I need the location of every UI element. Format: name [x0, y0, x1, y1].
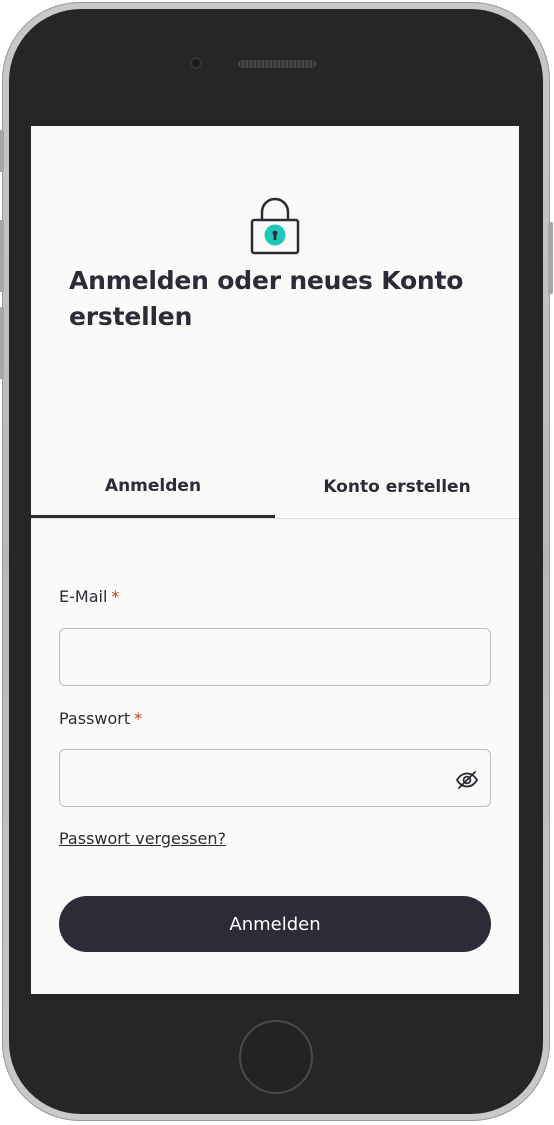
lock-icon	[250, 195, 300, 255]
email-field[interactable]	[59, 628, 491, 686]
page-title: Anmelden oder neues Konto erstellen	[69, 266, 464, 331]
email-label: E-Mail *	[59, 587, 119, 606]
forgot-password-link[interactable]: Passwort vergessen?	[59, 829, 226, 848]
eye-slash-icon[interactable]	[455, 768, 479, 792]
email-label-text: E-Mail	[59, 587, 108, 606]
required-mark: *	[134, 709, 143, 728]
tab-konto-erstellen[interactable]: Konto erstellen	[275, 456, 519, 518]
mute-switch	[0, 130, 4, 172]
volume-up-button	[0, 220, 4, 292]
volume-down-button	[0, 307, 4, 379]
password-label-text: Passwort	[59, 709, 131, 728]
login-screen: Anmelden oder neues Konto erstellen Anme…	[31, 126, 519, 994]
power-button	[548, 222, 553, 294]
required-mark: *	[111, 587, 120, 606]
auth-tabs: Anmelden Konto erstellen	[31, 456, 519, 519]
tab-anmelden[interactable]: Anmelden	[31, 456, 275, 518]
password-label: Passwort *	[59, 709, 142, 728]
login-button[interactable]: Anmelden	[59, 896, 491, 952]
front-camera	[190, 57, 202, 69]
earpiece-speaker	[238, 60, 316, 68]
password-field[interactable]	[59, 749, 491, 807]
home-button[interactable]	[239, 1020, 313, 1094]
